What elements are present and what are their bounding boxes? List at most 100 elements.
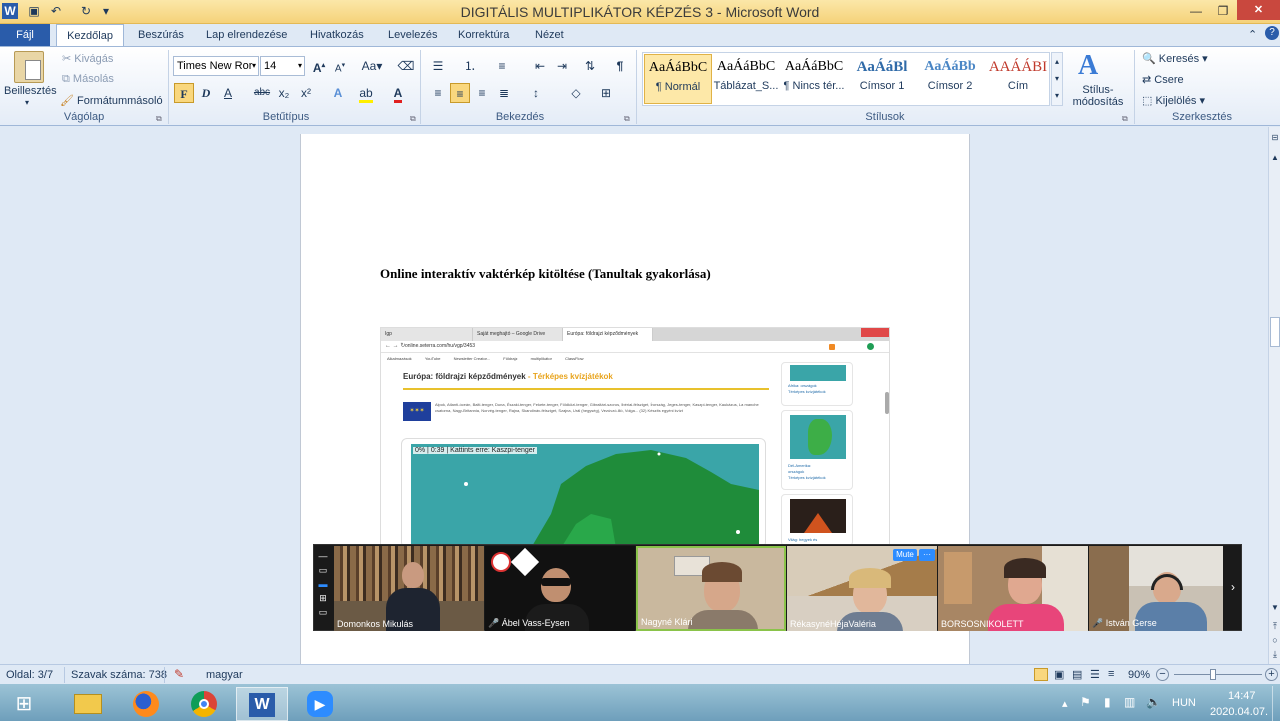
participant-tile[interactable]: Domonkos Mikulás [334, 546, 484, 631]
change-styles-icon[interactable]: A [1078, 50, 1098, 82]
copy-button[interactable]: ⧉ Másolás [62, 73, 114, 86]
dialog-launcher-icon[interactable]: ⧉ [1122, 114, 1128, 124]
format-painter-button[interactable]: 🖌 Formátummásoló [60, 94, 163, 107]
paste-icon[interactable] [14, 51, 44, 83]
subscript-button[interactable]: x₂ [274, 83, 294, 103]
align-right-icon[interactable]: ≡ [472, 83, 492, 103]
volume-icon[interactable]: 🔈 [1146, 695, 1161, 709]
zoom-strip-view-icon[interactable]: ▭ [316, 563, 330, 577]
multilevel-list-icon[interactable]: ≡ [492, 56, 512, 76]
underline-button[interactable]: A [218, 83, 238, 103]
show-desktop-button[interactable] [1272, 686, 1280, 721]
shrink-font-icon[interactable]: A▾ [330, 56, 350, 76]
help-icon[interactable]: ? [1265, 26, 1279, 40]
power-icon[interactable]: ▮ [1104, 695, 1111, 709]
sidebar-card[interactable]: Dél-Amerika: országok Térképes kvízjáték… [781, 410, 853, 490]
chrome-icon[interactable] [178, 687, 230, 721]
change-styles-button[interactable]: Stílus- módosítás [1068, 84, 1128, 108]
draft-view-icon[interactable]: ≡ [1108, 668, 1114, 680]
cut-button[interactable]: ✂ Kivágás [62, 52, 113, 65]
font-name-combo[interactable]: Times New Ror ▾ [173, 56, 259, 76]
shading-icon[interactable]: ◇ [566, 83, 586, 103]
next-participants-icon[interactable]: › [1226, 575, 1240, 599]
web-layout-view-icon[interactable]: ▤ [1072, 668, 1082, 681]
explorer-icon[interactable] [62, 687, 114, 721]
participant-tile[interactable]: BORSOSNIKOLETT [938, 546, 1088, 631]
line-spacing-icon[interactable]: ↕ [526, 83, 546, 103]
font-color-icon[interactable]: A [388, 83, 408, 103]
outline-view-icon[interactable]: ☰ [1090, 668, 1100, 681]
style-heading1[interactable]: AaÁáBl Címsor 1 [848, 54, 916, 104]
zoom-active-view-icon[interactable]: ▬ [316, 577, 330, 591]
change-case-icon[interactable]: Aa▾ [360, 56, 384, 76]
zoom-slider-thumb[interactable] [1210, 669, 1216, 680]
find-button[interactable]: 🔍 Keresés ▾ [1142, 52, 1208, 65]
participant-tile[interactable]: 🎤 István Gerse [1089, 546, 1223, 631]
zoom-speaker-icon[interactable]: ▭ [316, 605, 330, 619]
zoom-slider-track[interactable] [1174, 674, 1262, 675]
highlight-icon[interactable]: ab [356, 83, 376, 103]
zoom-in-icon[interactable]: + [1265, 668, 1278, 681]
align-left-icon[interactable]: ≡ [428, 83, 448, 103]
language-indicator[interactable]: magyar [206, 669, 243, 681]
show-hidden-icons[interactable]: ▴ [1062, 697, 1068, 710]
style-title[interactable]: AAÁÁBI Cím [984, 54, 1052, 104]
tab-review[interactable]: Korrektúra [452, 24, 515, 46]
participant-tile-active-speaker[interactable]: Nagyné Klári [636, 546, 786, 631]
full-screen-view-icon[interactable]: ▣ [1054, 668, 1064, 681]
text-effects-icon[interactable]: A [328, 83, 348, 103]
flag-icon[interactable]: ⚑ [1080, 695, 1091, 709]
dialog-launcher-icon[interactable]: ⧉ [410, 114, 416, 124]
justify-icon[interactable]: ≣ [494, 83, 514, 103]
prev-page-icon[interactable]: ⤒ [1270, 621, 1280, 631]
word-count[interactable]: Szavak száma: 738 [71, 669, 167, 681]
select-button[interactable]: ⬚ Kijelölés ▾ [1142, 94, 1205, 107]
scroll-thumb[interactable] [1270, 317, 1280, 347]
print-layout-view-icon[interactable] [1034, 668, 1048, 681]
ribbon-minimize-icon[interactable]: ⌃ [1248, 28, 1257, 41]
paste-dropdown-icon[interactable]: ▾ [25, 98, 29, 107]
decrease-indent-icon[interactable]: ⇤ [530, 56, 550, 76]
tab-mailings[interactable]: Levelezés [382, 24, 444, 46]
embedded-screenshot[interactable]: Igp Saját meghajtó – Google Drive Európa… [380, 327, 890, 545]
mute-button[interactable]: Mute [893, 549, 917, 561]
grow-font-icon[interactable]: A▴ [309, 56, 329, 76]
zoom-taskbar-icon[interactable]: ▶ [294, 687, 346, 721]
tab-insert[interactable]: Beszúrás [132, 24, 190, 46]
ruler-toggle-icon[interactable]: ⊟ [1270, 133, 1280, 143]
sidebar-card[interactable]: Világ: hegyek és [781, 494, 853, 544]
firefox-icon[interactable] [120, 687, 172, 721]
clock-time[interactable]: 14:47 [1228, 690, 1256, 702]
style-heading2[interactable]: AaÁáBb Címsor 2 [916, 54, 984, 104]
participant-tile[interactable]: 🎤 Ábel Vass-Eysen [485, 546, 635, 631]
network-icon[interactable]: ▥ [1124, 695, 1135, 709]
vertical-scrollbar[interactable]: ⊟ ▲ ▼ ⤒ ○ ⤓ [1268, 127, 1280, 664]
zoom-grid-icon[interactable]: ⊞ [316, 591, 330, 605]
zoom-level[interactable]: 90% [1128, 669, 1150, 681]
tab-home[interactable]: Kezdőlap [56, 24, 124, 46]
numbering-icon[interactable]: ⒈ [460, 56, 480, 76]
replace-button[interactable]: ⇄ Csere [1142, 73, 1184, 86]
borders-icon[interactable]: ⊞ [596, 83, 616, 103]
close-button[interactable]: ✕ [1237, 0, 1280, 20]
browse-object-icon[interactable]: ○ [1270, 635, 1280, 645]
tab-file[interactable]: Fájl [0, 24, 50, 46]
tab-view[interactable]: Nézet [529, 24, 570, 46]
word-taskbar-icon[interactable]: W [236, 687, 288, 721]
dialog-launcher-icon[interactable]: ⧉ [624, 114, 630, 124]
style-normal[interactable]: AaÁáBbC ¶ Normál [644, 54, 712, 104]
style-table[interactable]: AaÁáBbC Táblázat_S... [712, 54, 780, 104]
font-size-combo[interactable]: 14 ▾ [260, 56, 305, 76]
more-options-button[interactable]: ··· [919, 549, 935, 561]
scroll-up-icon[interactable]: ▲ [1270, 153, 1280, 163]
sidebar-card[interactable]: Afrika: országok Térképes kvízjátékok [781, 362, 853, 406]
tab-page-layout[interactable]: Lap elrendezése [200, 24, 293, 46]
align-center-icon[interactable]: ≡ [450, 83, 470, 103]
sort-icon[interactable]: ⇅ [580, 56, 600, 76]
zoom-out-icon[interactable]: − [1156, 668, 1169, 681]
show-marks-icon[interactable]: ¶ [610, 56, 630, 76]
zoom-minimize-icon[interactable]: — [316, 549, 330, 563]
style-no-spacing[interactable]: AaÁáBbC ¶ Nincs tér... [780, 54, 848, 104]
clear-formatting-icon[interactable]: ⌫ [396, 56, 416, 76]
superscript-button[interactable]: x² [296, 83, 316, 103]
